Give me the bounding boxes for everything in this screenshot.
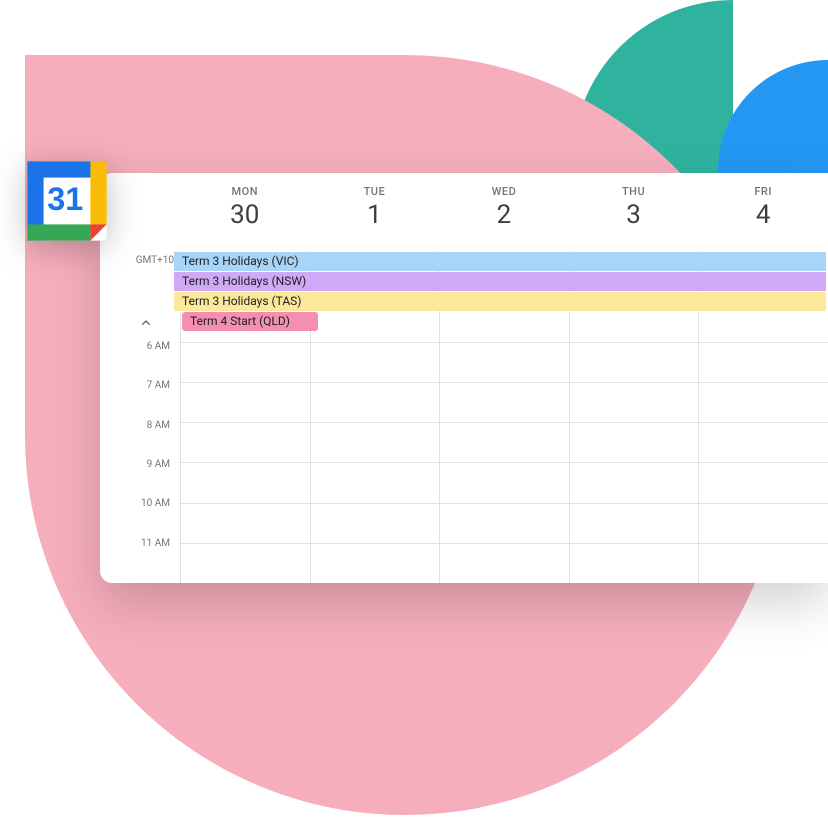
time-gutter-header <box>100 185 180 251</box>
day-header-row: MON 30 TUE 1 WED 2 THU 3 FRI 4 <box>100 173 828 251</box>
day-name: FRI <box>754 185 772 198</box>
day-number: 3 <box>626 200 641 230</box>
day-number: 30 <box>230 200 259 230</box>
google-calendar-icon: 31 <box>22 156 112 246</box>
day-column-header[interactable]: TUE 1 <box>310 185 440 251</box>
day-number: 2 <box>497 200 512 230</box>
day-name: THU <box>622 185 645 198</box>
hour-label: 9 AM <box>100 459 180 498</box>
time-gutter: 6 AM 7 AM 8 AM 9 AM 10 AM 11 AM <box>100 338 180 583</box>
day-number: 4 <box>756 200 771 230</box>
hour-label: 7 AM <box>100 380 180 419</box>
day-name: MON <box>232 185 259 198</box>
day-column-header[interactable]: FRI 4 <box>698 185 828 251</box>
allday-event[interactable]: Term 3 Holidays (NSW) <box>174 272 826 291</box>
calendar-icon-date: 31 <box>47 181 83 217</box>
timezone-label: GMT+10 <box>136 251 174 271</box>
hour-label: 10 AM <box>100 498 180 537</box>
allday-event[interactable]: Term 4 Start (QLD) <box>182 312 318 331</box>
chevron-up-icon <box>138 315 154 331</box>
day-column-header[interactable]: THU 3 <box>569 185 699 251</box>
collapse-allday-button[interactable] <box>134 311 158 335</box>
allday-event[interactable]: Term 3 Holidays (TAS) <box>174 292 826 311</box>
hour-label: 8 AM <box>100 420 180 459</box>
allday-gutter: GMT+10 <box>100 251 180 338</box>
day-number: 1 <box>367 200 382 230</box>
day-name: WED <box>492 185 517 198</box>
calendar-app-window: MON 30 TUE 1 WED 2 THU 3 FRI 4 GMT+10 <box>100 173 828 583</box>
hour-gridlines <box>180 338 828 583</box>
time-grid[interactable]: 6 AM 7 AM 8 AM 9 AM 10 AM 11 AM <box>100 338 828 583</box>
hour-label: 6 AM <box>100 341 180 380</box>
day-name: TUE <box>364 185 386 198</box>
time-columns[interactable] <box>180 338 828 583</box>
allday-section: GMT+10 Term 3 Holidays (VIC) Term 3 Holi… <box>100 251 828 338</box>
allday-event[interactable]: Term 3 Holidays (VIC) <box>174 252 826 271</box>
day-column-header[interactable]: MON 30 <box>180 185 310 251</box>
hour-label: 11 AM <box>100 538 180 577</box>
day-column-header[interactable]: WED 2 <box>439 185 569 251</box>
